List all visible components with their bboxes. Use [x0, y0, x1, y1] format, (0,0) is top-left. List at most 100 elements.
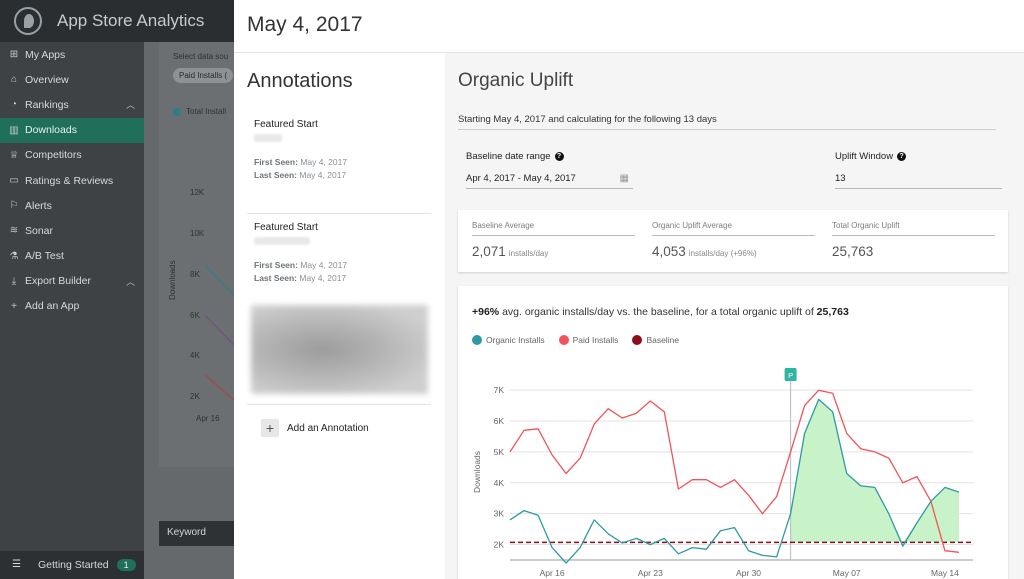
annotation-last-seen: Last Seen: May 4, 2017: [254, 170, 347, 180]
annotation-blurred-detail: [254, 237, 310, 245]
getting-started-count-badge: 1: [116, 559, 136, 571]
total-organic-uplift-value: 25,763: [832, 244, 874, 259]
legend-dot-icon: [472, 335, 482, 345]
annotation-item[interactable]: Featured Start First Seen: May 4, 2017 L…: [254, 119, 434, 182]
sidebar-item-label: Overview: [25, 73, 69, 86]
baseline-average-value: 2,071 installs/day: [472, 244, 549, 259]
drawer-title: May 4, 2017: [247, 13, 363, 36]
sidebar-item-rankings[interactable]: ◔ Rankings ︿: [0, 92, 144, 117]
sidebar-item-ratings-reviews[interactable]: ▭ Ratings & Reviews: [0, 168, 144, 193]
add-annotation-button[interactable]: + Add an Annotation: [261, 419, 369, 437]
background-y-label: Downloads: [168, 260, 177, 300]
background-source-chip: Paid Installs (: [173, 68, 234, 83]
y-tick-label: 7K: [494, 385, 505, 395]
sidebar-item-downloads[interactable]: ▥ Downloads: [0, 117, 144, 143]
x-tick-label: May 14: [931, 568, 959, 578]
background-y-tick: 2K: [190, 392, 200, 401]
sidebar-item-label: My Apps: [25, 48, 66, 61]
annotation-item[interactable]: Featured Start First Seen: May 4, 2017 L…: [254, 222, 434, 285]
sidebar-item-sonar[interactable]: ≋ Sonar: [0, 218, 144, 243]
sidebar: ⊞ My Apps ⌂ Overview ◔ Rankings ︿ ▥ Down…: [0, 42, 144, 579]
sidebar-item-my-apps[interactable]: ⊞ My Apps: [0, 42, 144, 67]
getting-started-label: Getting Started: [38, 559, 109, 571]
download-icon: ⤓: [11, 275, 17, 287]
annotation-last-seen: Last Seen: May 4, 2017: [254, 273, 347, 283]
uplift-window-input[interactable]: 13: [835, 173, 1002, 189]
background-legend-label: Total Install: [186, 107, 227, 116]
sidebar-item-label: Rankings: [25, 98, 69, 111]
uplift-summary: +96% avg. organic installs/day vs. the b…: [472, 306, 849, 318]
sidebar-item-overview[interactable]: ⌂ Overview: [0, 67, 144, 92]
annotation-name: Featured Start: [254, 222, 318, 233]
sidebar-item-label: A/B Test: [25, 250, 64, 263]
y-tick-label: 6K: [494, 416, 505, 426]
legend-item-paid[interactable]: Paid Installs: [558, 335, 618, 345]
getting-started-button[interactable]: ☰ Getting Started 1: [0, 551, 144, 579]
sidebar-item-alerts[interactable]: ⚐ Alerts: [0, 193, 144, 218]
sidebar-item-ab-test[interactable]: ⚗ A/B Test: [0, 244, 144, 269]
sidebar-item-label: Alerts: [25, 199, 52, 212]
chevron-up-icon[interactable]: ︿: [126, 275, 135, 288]
x-tick-label: Apr 16: [540, 568, 565, 578]
organic-uplift-panel: Organic Uplift Starting May 4, 2017 and …: [445, 53, 1024, 579]
gauge-icon: ◔: [10, 99, 18, 111]
annotation-name: Featured Start: [254, 119, 318, 130]
legend-item-organic[interactable]: Organic Installs: [472, 335, 545, 345]
legend-dot-icon: [173, 107, 181, 116]
home-icon: ⌂: [10, 74, 18, 86]
flag-icon: ⚐: [9, 200, 19, 212]
sidebar-item-label: Ratings & Reviews: [25, 174, 114, 187]
baseline-date-range-label: Baseline date range ?: [466, 151, 564, 162]
sidebar-item-label: Downloads: [25, 124, 77, 137]
trophy-icon: ♕: [9, 149, 19, 161]
sidebar-item-add-app[interactable]: + Add an App: [0, 294, 144, 319]
y-tick-label: 5K: [494, 447, 505, 457]
legend-dot-icon: [558, 335, 569, 345]
sidebar-item-export-builder[interactable]: ⤓ Export Builder ︿: [0, 269, 144, 294]
annotations-heading: Annotations: [247, 70, 353, 92]
chevron-up-icon[interactable]: ︿: [126, 98, 135, 111]
background-chart-lines: [205, 264, 234, 401]
annotation-blurred-detail: [254, 134, 282, 142]
keyword-table-header[interactable]: Keyword: [159, 521, 234, 546]
help-icon[interactable]: ?: [897, 152, 907, 161]
annotation-divider: [247, 213, 431, 214]
flask-icon: ⚗: [9, 250, 19, 262]
legend-item-baseline[interactable]: Baseline: [632, 335, 679, 345]
grid-icon: ⊞: [9, 49, 19, 61]
help-icon[interactable]: ?: [554, 152, 564, 161]
annotations-panel: Annotations Featured Start First Seen: M…: [234, 53, 445, 579]
app-logo-icon: [14, 7, 42, 35]
background-x-tick: Apr 16: [196, 414, 220, 423]
baseline-date-range-input[interactable]: Apr 4, 2017 - May 4, 2017 ▦: [466, 173, 633, 189]
annotation-first-seen: First Seen: May 4, 2017: [254, 260, 348, 270]
background-y-tick: 8K: [190, 270, 200, 279]
background-y-tick: 10K: [190, 229, 205, 238]
uplift-chart[interactable]: 2K 3K 4K 5K 6K 7K Apr 16 Apr 23 Apr 30 May 07 May …: [458, 366, 1008, 579]
app-title: App Store Analytics: [57, 11, 205, 30]
x-tick-label: Apr 23: [638, 568, 663, 578]
uplift-description: Starting May 4, 2017 and calculating for…: [458, 114, 996, 130]
y-tick-label: 3K: [494, 509, 505, 519]
x-tick-label: May 07: [833, 568, 861, 578]
calendar-icon[interactable]: ▦: [620, 173, 629, 184]
plus-icon: +: [261, 419, 279, 437]
annotation-divider: [247, 404, 431, 405]
sidebar-item-label: Competitors: [25, 149, 82, 162]
sidebar-item-label: Export Builder: [25, 275, 91, 288]
sidebar-item-competitors[interactable]: ♕ Competitors: [0, 143, 144, 168]
annotation-drawer: May 4, 2017 Annotations Featured Start F…: [234, 0, 1024, 579]
drawer-header: May 4, 2017: [234, 0, 1024, 53]
background-select-label: Select data sou: [173, 52, 229, 61]
background-y-tick: 12K: [190, 188, 205, 197]
uplift-chart-card: +96% avg. organic installs/day vs. the b…: [458, 286, 1008, 579]
plus-icon: +: [11, 300, 17, 312]
x-tick-label: Apr 30: [736, 568, 761, 578]
add-annotation-label: Add an Annotation: [287, 422, 369, 434]
background-y-tick: 4K: [190, 351, 200, 360]
background-y-tick: 6K: [190, 311, 200, 320]
annotation-image: [251, 305, 428, 394]
background-legend: Total Install: [173, 107, 226, 116]
bar-chart-icon: ▥: [9, 124, 19, 136]
uplift-window-label: Uplift Window ?: [835, 151, 907, 162]
